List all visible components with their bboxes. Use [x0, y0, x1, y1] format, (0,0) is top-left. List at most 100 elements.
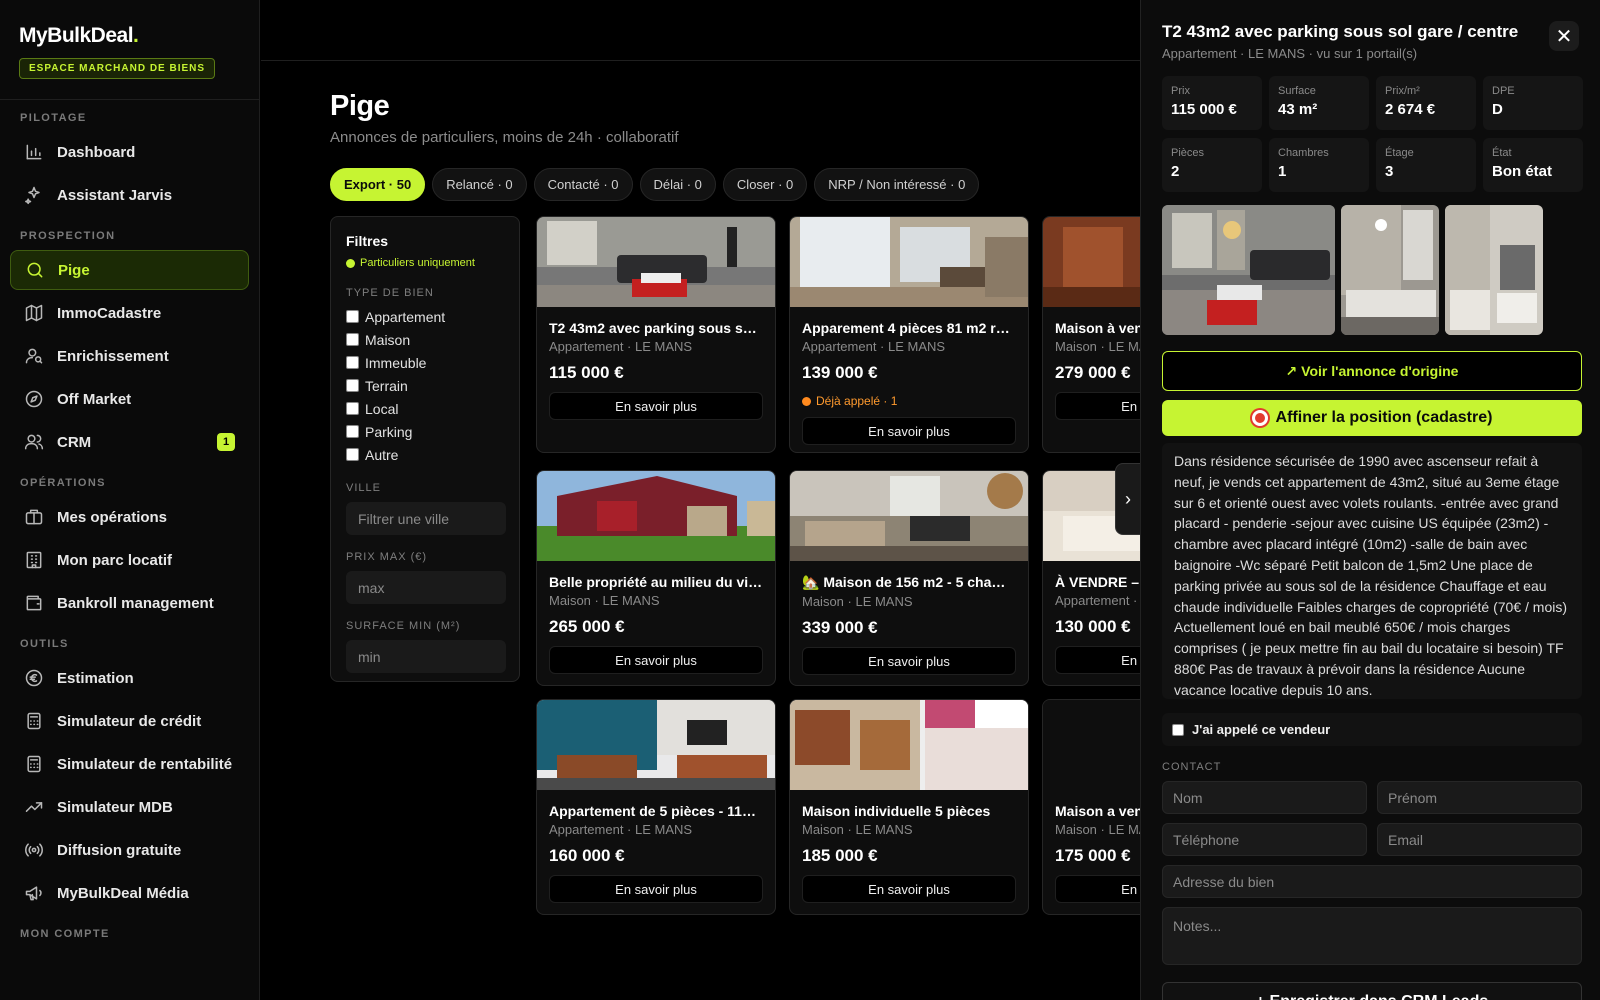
adresse-input[interactable]: [1162, 865, 1582, 898]
view-original-listing-button[interactable]: ↗ Voir l'annonce d'origine: [1162, 351, 1582, 391]
sidebar-item-simulateur-de-rentabilité[interactable]: Simulateur de rentabilité: [10, 744, 249, 784]
learn-more-button[interactable]: En savoir plus: [802, 875, 1016, 903]
nav-section-title: OUTILS: [20, 638, 69, 650]
close-button[interactable]: ✕: [1549, 21, 1579, 51]
tab-3[interactable]: Délai · 0: [639, 168, 716, 201]
stat-label: Prix: [1171, 85, 1190, 97]
type-checkbox-maison[interactable]: Maison: [346, 328, 504, 351]
brand-badge: ESPACE MARCHAND DE BIENS: [19, 58, 216, 79]
stat-value: 3: [1385, 163, 1394, 180]
tab-4[interactable]: Closer · 0: [722, 168, 808, 201]
learn-more-button[interactable]: En savoir plus: [549, 392, 763, 420]
sidebar-item-label: Diffusion gratuite: [57, 841, 182, 859]
notes-textarea[interactable]: [1162, 907, 1582, 965]
email-input[interactable]: [1377, 823, 1582, 856]
sidebar-item-pige[interactable]: Pige: [10, 250, 249, 290]
listing-card[interactable]: Apparement 4 pièces 81 m2 résidence Appar…: [789, 216, 1029, 453]
checkbox-icon: [346, 448, 359, 461]
filters-panel: Filtres Particuliers uniquement TYPE DE …: [330, 216, 520, 682]
learn-more-button[interactable]: En savoir plus: [1055, 875, 1140, 903]
sidebar-item-mes-opérations[interactable]: Mes opérations: [10, 497, 249, 537]
prenom-input[interactable]: [1377, 781, 1582, 814]
ville-input[interactable]: [346, 502, 506, 535]
listing-price: 339 000 €: [802, 618, 878, 637]
sidebar-item-diffusion-gratuite[interactable]: Diffusion gratuite: [10, 830, 249, 870]
listing-title: Belle propriété au milieu du village: [549, 574, 763, 590]
telephone-input[interactable]: [1162, 823, 1367, 856]
target-icon: [1251, 410, 1268, 426]
sparkles-icon: [24, 185, 57, 205]
listing-meta: Appartement · LE MANS: [549, 822, 693, 837]
learn-more-button[interactable]: En savoir plus: [802, 417, 1016, 445]
called-seller-checkbox[interactable]: J'ai appelé ce vendeur: [1162, 713, 1582, 746]
listing-card[interactable]: Maison a vendre Maison · LE MANS 175 000 €…: [1042, 699, 1140, 915]
type-checkbox-immeuble[interactable]: Immeuble: [346, 351, 504, 374]
checkbox-label: Local: [365, 400, 399, 417]
carousel-next-button[interactable]: ›: [1115, 463, 1141, 535]
type-checkbox-local[interactable]: Local: [346, 397, 504, 420]
listing-card[interactable]: Appartement de 5 pièces - 110 m2 Appartem…: [536, 699, 776, 915]
cadastre-button[interactable]: Affiner la position (cadastre): [1162, 400, 1582, 436]
compass-icon: [24, 389, 57, 409]
photo-living-room[interactable]: [1162, 205, 1335, 335]
stat-label: Étage: [1385, 147, 1414, 159]
type-checkbox-parking[interactable]: Parking: [346, 420, 504, 443]
listing-title: Appartement de 5 pièces - 110 m2: [549, 803, 763, 819]
sidebar-item-crm[interactable]: CRM 1: [10, 422, 249, 462]
listing-card[interactable]: Maison à vendre Maison · LE MANS 279 000 €…: [1042, 216, 1140, 453]
sidebar-item-estimation[interactable]: Estimation: [10, 658, 249, 698]
type-checkbox-autre[interactable]: Autre: [346, 443, 504, 466]
listing-meta: Maison · LE MANS: [1055, 339, 1140, 354]
sidebar-item-immocadastre[interactable]: ImmoCadastre: [10, 293, 249, 333]
count-badge: 1: [217, 433, 235, 451]
listing-meta: Appartement · LE MANS: [802, 339, 946, 354]
type-checkbox-appartement[interactable]: Appartement: [346, 305, 504, 328]
sidebar-item-mybulkdeal-média[interactable]: MyBulkDeal Média: [10, 873, 249, 913]
listing-card[interactable]: Maison individuelle 5 pièces Maison · LE …: [789, 699, 1029, 915]
page-subtitle: Annonces de particuliers, moins de 24h ·…: [330, 129, 679, 146]
learn-more-button[interactable]: En savoir plus: [549, 646, 763, 674]
save-to-crm-button[interactable]: + Enregistrer dans CRM Leads: [1162, 982, 1582, 1000]
stat-tile: Étage 3: [1376, 138, 1476, 192]
learn-more-button[interactable]: En savoir plus: [549, 875, 763, 903]
tab-5[interactable]: NRP / Non intéressé · 0: [814, 168, 980, 201]
sidebar-item-mon-parc-locatif[interactable]: Mon parc locatif: [10, 540, 249, 580]
sidebar-item-bankroll-management[interactable]: Bankroll management: [10, 583, 249, 623]
sidebar-item-dashboard[interactable]: Dashboard: [10, 132, 249, 172]
listing-title: À VENDRE – T: [1055, 574, 1140, 590]
stat-tile: Chambres 1: [1269, 138, 1369, 192]
listing-thumbnail: [537, 471, 775, 561]
learn-more-button[interactable]: En savoir plus: [1055, 646, 1140, 674]
sidebar-item-enrichissement[interactable]: Enrichissement: [10, 336, 249, 376]
stat-tile: État Bon état: [1483, 138, 1583, 192]
photo-bedroom[interactable]: [1341, 205, 1439, 335]
listing-meta: Maison · LE MANS: [802, 594, 913, 609]
checkbox-icon: [346, 310, 359, 323]
euro-icon: [24, 668, 57, 688]
stat-value: D: [1492, 101, 1503, 118]
listing-card[interactable]: T2 43m2 avec parking sous sol gare / cen…: [536, 216, 776, 453]
brand-logo[interactable]: MyBulkDeal.: [19, 24, 240, 48]
listing-card[interactable]: 🏡 Maison de 156 m2 - 5 chambres Maison · …: [789, 470, 1029, 686]
type-checkbox-terrain[interactable]: Terrain: [346, 374, 504, 397]
surface-min-input[interactable]: [346, 640, 506, 673]
sidebar-item-simulateur-de-crédit[interactable]: Simulateur de crédit: [10, 701, 249, 741]
stat-value: Bon état: [1492, 163, 1552, 180]
learn-more-button[interactable]: En savoir plus: [802, 647, 1016, 675]
sidebar-item-assistant-jarvis[interactable]: Assistant Jarvis: [10, 175, 249, 215]
detail-stats: Prix 115 000 € Surface 43 m² Prix/m² 2 674 € D…: [1162, 76, 1583, 192]
type-checkboxes: Appartement Maison Immeuble Terrain Local Par…: [346, 305, 504, 466]
sidebar-item-label: Estimation: [57, 669, 134, 687]
learn-more-button[interactable]: En savoir plus: [1055, 392, 1140, 420]
stat-value: 115 000 €: [1171, 101, 1237, 118]
tab-0[interactable]: Export · 50: [330, 168, 426, 201]
nom-input[interactable]: [1162, 781, 1367, 814]
sidebar-item-simulateur-mdb[interactable]: Simulateur MDB: [10, 787, 249, 827]
tab-2[interactable]: Contacté · 0: [533, 168, 633, 201]
tab-1[interactable]: Relancé · 0: [432, 168, 527, 201]
prix-max-input[interactable]: [346, 571, 506, 604]
sidebar-item-off-market[interactable]: Off Market: [10, 379, 249, 419]
listing-thumbnail: [537, 217, 775, 307]
photo-bathroom[interactable]: [1445, 205, 1543, 335]
listing-card[interactable]: Belle propriété au milieu du village Mais…: [536, 470, 776, 686]
